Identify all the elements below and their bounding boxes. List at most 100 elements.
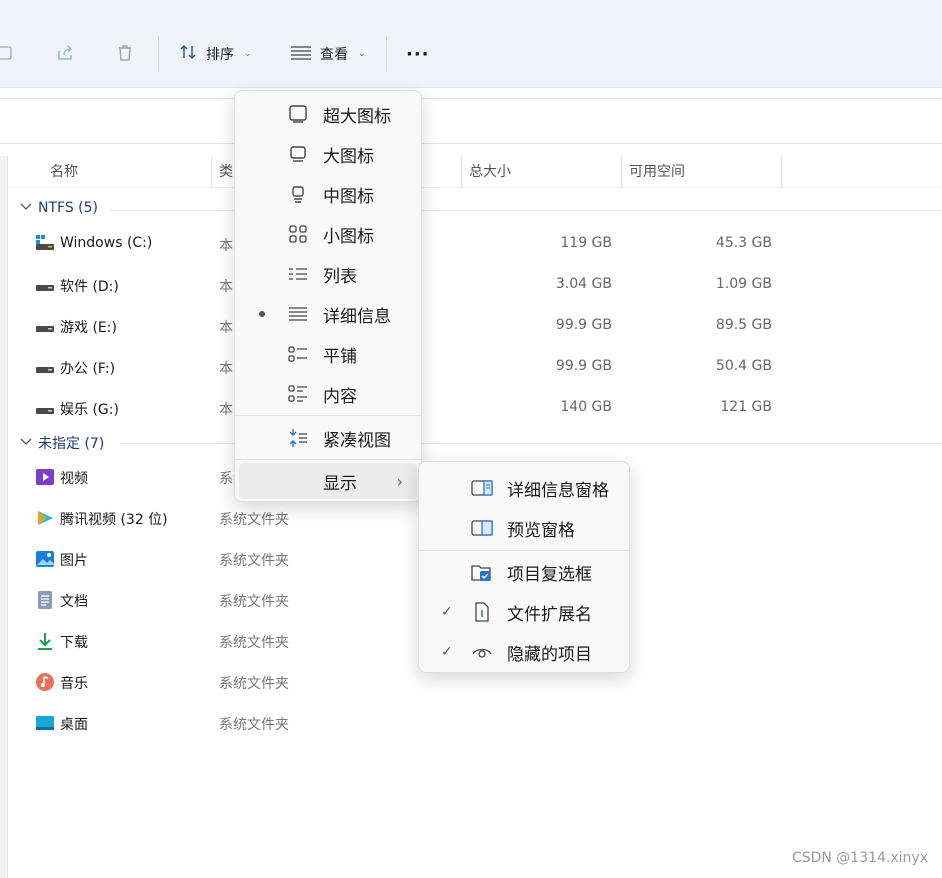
share-icon[interactable] xyxy=(52,40,78,66)
item-checkbox-icon xyxy=(471,561,493,583)
column-type[interactable]: 类 xyxy=(211,156,233,188)
item-name: 软件 (D:) xyxy=(60,279,119,295)
drive-icon xyxy=(35,398,55,418)
group-label: 未指定 (7) xyxy=(38,436,105,452)
details-view-icon xyxy=(287,303,309,325)
item-type: 本 xyxy=(219,402,233,418)
menu-item-label: 显示 xyxy=(323,473,357,494)
menu-item-extra-large-icons[interactable]: 超大图标 xyxy=(239,96,417,132)
column-name[interactable]: 名称 xyxy=(42,156,78,188)
view-label: 查看 xyxy=(320,47,348,63)
menu-item-list[interactable]: 列表 xyxy=(239,256,417,292)
item-type: 本 xyxy=(219,361,233,377)
tiles-view-icon xyxy=(287,343,309,365)
file-extension-icon xyxy=(471,601,493,623)
menu-item-large-icons[interactable]: 大图标 xyxy=(239,136,417,172)
item-type: 系统文件夹 xyxy=(219,553,289,569)
menu-item-medium-icons[interactable]: 中图标 xyxy=(239,176,417,212)
music-icon xyxy=(35,672,55,692)
item-total-size: 119 GB xyxy=(560,235,612,251)
menu-item-label: 内容 xyxy=(323,386,357,407)
show-submenu: 详细信息窗格 预览窗格 项目复选框 ✓ 文件扩展名 ✓ 隐藏的项目 xyxy=(418,461,630,673)
item-type: 系统文件夹 xyxy=(219,635,289,651)
menu-item-file-extensions[interactable]: ✓ 文件扩展名 xyxy=(423,594,625,630)
menu-item-compact-view[interactable]: 紧凑视图 xyxy=(239,420,417,456)
item-free-space: 50.4 GB xyxy=(715,358,772,374)
list-item-drive[interactable]: 软件 (D:) 本 3.04 GB 1.09 GB xyxy=(0,267,942,303)
item-type: 本 xyxy=(219,238,233,254)
large-icons-icon xyxy=(287,143,309,165)
menu-item-preview-pane[interactable]: 预览窗格 xyxy=(423,510,625,546)
menu-item-details[interactable]: 详细信息 xyxy=(239,296,417,332)
chevron-down-icon xyxy=(20,435,32,451)
item-name: 腾讯视频 (32 位) xyxy=(60,512,168,528)
menu-item-hidden-items[interactable]: ✓ 隐藏的项目 xyxy=(423,634,625,670)
item-type: 系统文件夹 xyxy=(219,717,289,733)
tencent-video-icon xyxy=(35,508,55,528)
item-name: 视频 xyxy=(60,471,88,487)
menu-item-label: 详细信息 xyxy=(323,306,391,327)
item-total-size: 99.9 GB xyxy=(555,358,612,374)
column-divider[interactable] xyxy=(781,156,782,188)
delete-icon[interactable] xyxy=(112,40,138,66)
item-free-space: 1.09 GB xyxy=(715,276,772,292)
more-options-button[interactable]: ··· xyxy=(406,40,430,68)
menu-item-small-icons[interactable]: 小图标 xyxy=(239,216,417,252)
list-item-drive[interactable]: 娱乐 (G:) 本 140 GB 121 GB xyxy=(0,390,942,426)
item-free-space: 121 GB xyxy=(720,399,772,415)
item-name: 图片 xyxy=(60,553,88,569)
menu-item-details-pane[interactable]: 详细信息窗格 xyxy=(423,470,625,506)
column-free-space[interactable]: 可用空间 xyxy=(621,156,685,188)
list-item-drive[interactable]: 办公 (F:) 本 99.9 GB 50.4 GB xyxy=(0,349,942,385)
menu-item-item-checkboxes[interactable]: 项目复选框 xyxy=(423,554,625,590)
videos-icon xyxy=(35,467,55,487)
list-item-drive[interactable]: Windows (C:) 本 119 GB 45.3 GB xyxy=(0,226,942,262)
group-header-unspecified[interactable]: 未指定 (7) xyxy=(20,433,104,453)
sort-button[interactable]: 排序 ⌄ xyxy=(178,40,252,68)
menu-item-label: 小图标 xyxy=(323,226,374,247)
menu-item-label: 平铺 xyxy=(323,346,357,367)
list-item-drive[interactable]: 游戏 (E:) 本 99.9 GB 89.5 GB xyxy=(0,308,942,344)
view-menu: 超大图标 大图标 中图标 小图标 列表 详细信息 平铺 内容 紧凑视图 显示 › xyxy=(234,90,422,502)
content-view-icon xyxy=(287,383,309,405)
downloads-icon xyxy=(35,631,55,651)
eye-icon xyxy=(471,641,493,663)
share-partial-icon[interactable] xyxy=(0,40,18,66)
item-type: 系统文件夹 xyxy=(219,512,289,528)
menu-item-content[interactable]: 内容 xyxy=(239,376,417,412)
menu-item-tiles[interactable]: 平铺 xyxy=(239,336,417,372)
item-free-space: 45.3 GB xyxy=(715,235,772,251)
documents-icon xyxy=(35,590,55,610)
item-name: 娱乐 (G:) xyxy=(60,402,119,418)
selected-bullet-icon xyxy=(259,311,265,317)
group-label: NTFS (5) xyxy=(38,200,98,216)
preview-pane-icon xyxy=(471,517,493,539)
toolbar-divider xyxy=(386,36,387,72)
item-type: 本 xyxy=(219,279,233,295)
chevron-down-icon: ⌄ xyxy=(358,49,366,59)
item-type: 本 xyxy=(219,320,233,336)
item-total-size: 140 GB xyxy=(560,399,612,415)
item-type: 系统文件夹 xyxy=(219,594,289,610)
checkmark-icon: ✓ xyxy=(441,644,453,660)
list-item-folder[interactable]: 桌面 系统文件夹 xyxy=(0,705,942,741)
item-name: 下载 xyxy=(60,635,88,651)
item-name: 文档 xyxy=(60,594,88,610)
menu-item-label: 项目复选框 xyxy=(507,564,592,585)
view-button[interactable]: 查看 ⌄ xyxy=(290,40,366,68)
group-header-ntfs[interactable]: NTFS (5) xyxy=(20,200,98,216)
menu-item-show[interactable]: 显示 › xyxy=(239,463,417,499)
sort-label: 排序 xyxy=(206,47,234,63)
drive-icon xyxy=(35,357,55,377)
column-total-size[interactable]: 总大小 xyxy=(461,156,511,188)
sort-icon xyxy=(178,42,198,66)
list-view-icon xyxy=(287,263,309,285)
small-icons-icon xyxy=(287,223,309,245)
pictures-icon xyxy=(35,549,55,569)
menu-separator xyxy=(235,459,421,460)
item-name: Windows (C:) xyxy=(60,235,153,251)
item-name: 办公 (F:) xyxy=(60,361,116,377)
toolbar-divider xyxy=(158,36,159,72)
item-total-size: 99.9 GB xyxy=(555,317,612,333)
view-details-icon xyxy=(290,42,312,66)
